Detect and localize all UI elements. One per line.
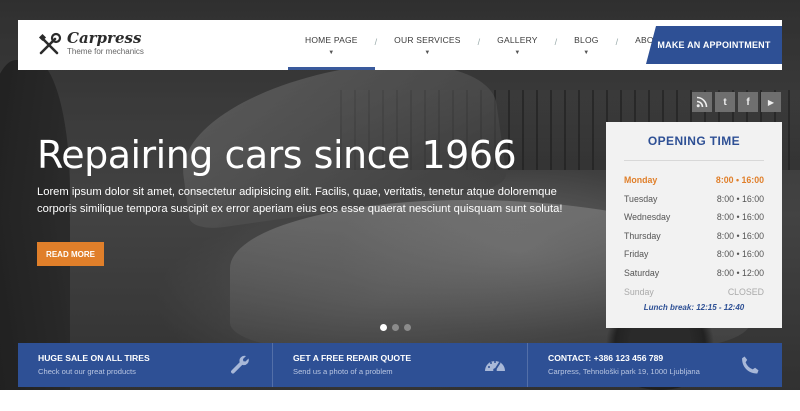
nav-gallery[interactable]: GALLERY ▼ xyxy=(480,20,554,70)
day-label: Tuesday xyxy=(624,193,658,204)
twitter-icon[interactable]: t xyxy=(715,92,735,112)
info-contact[interactable]: CONTACT: +386 123 456 789 Carpress, Tehn… xyxy=(527,343,782,387)
slider-dot[interactable] xyxy=(380,324,387,331)
hours-value: 8:00 • 12:00 xyxy=(716,267,764,278)
hours-row: Sunday CLOSED xyxy=(624,283,764,302)
day-label: Friday xyxy=(624,249,649,260)
day-label: Sunday xyxy=(624,286,654,297)
hours-value: 8:00 • 16:00 xyxy=(716,249,764,260)
nav-item-label: GALLERY xyxy=(497,34,538,45)
slider-dot[interactable] xyxy=(404,324,411,331)
nav-item-label: OUR SERVICES xyxy=(394,34,461,45)
brand-name: Carpress xyxy=(67,29,142,47)
caret-down-icon: ▼ xyxy=(424,49,431,56)
caret-down-icon: ▼ xyxy=(514,49,521,56)
day-label: Monday xyxy=(624,175,658,185)
rss-glyph xyxy=(696,96,708,108)
info-repair-quote[interactable]: GET A FREE REPAIR QUOTE Send us a photo … xyxy=(272,343,527,387)
make-appointment-button[interactable]: MAKE AN APPOINTMENT xyxy=(646,26,782,64)
nav-blog[interactable]: BLOG ▼ xyxy=(557,20,615,70)
nav-our-services[interactable]: OUR SERVICES ▼ xyxy=(377,20,477,70)
hours-value: CLOSED xyxy=(727,286,764,297)
hours-value: 8:00 • 16:00 xyxy=(716,230,764,241)
nav-home-page[interactable]: HOME PAGE ▼ xyxy=(288,20,375,70)
hero-title: Repairing cars since 1966 xyxy=(37,133,517,177)
phone-icon xyxy=(742,356,759,374)
hours-row: Tuesday 8:00 • 16:00 xyxy=(624,190,764,209)
opening-time-card: OPENING TIME Monday 8:00 • 16:00 Tuesday… xyxy=(606,122,782,328)
speedometer-icon xyxy=(485,361,505,372)
brand-tagline: Theme for mechanics xyxy=(67,47,144,56)
caret-down-icon: ▼ xyxy=(328,49,335,56)
caret-down-icon: ▼ xyxy=(583,49,590,56)
wrench-icon xyxy=(231,355,249,374)
social-links: t f ▶ xyxy=(692,92,781,112)
nav-item-label: BLOG xyxy=(574,34,599,45)
opening-time-title: OPENING TIME xyxy=(624,134,764,161)
info-bar: HUGE SALE ON ALL TIRES Check out our gre… xyxy=(18,343,782,387)
nav-item-label: HOME PAGE xyxy=(305,34,358,45)
hours-value: 8:00 • 16:00 xyxy=(716,193,764,204)
wrench-screwdriver-icon xyxy=(38,32,62,55)
opening-hours-list: Monday 8:00 • 16:00 Tuesday 8:00 • 16:00… xyxy=(624,171,764,301)
slider-pagination xyxy=(380,324,411,331)
facebook-icon[interactable]: f xyxy=(738,92,758,112)
main-nav: HOME PAGE ▼ / OUR SERVICES ▼ / GALLERY ▼… xyxy=(288,20,697,70)
logo[interactable]: Carpress Theme for mechanics xyxy=(36,30,144,58)
hours-value: 8:00 • 16:00 xyxy=(716,212,764,223)
lunch-break-note: Lunch break: 12:15 - 12:40 xyxy=(643,303,745,313)
day-label: Saturday xyxy=(624,267,660,278)
hours-row: Saturday 8:00 • 12:00 xyxy=(624,264,764,283)
slider-dot[interactable] xyxy=(392,324,399,331)
hero-description: Lorem ipsum dolor sit amet, consectetur … xyxy=(37,186,563,215)
youtube-icon[interactable]: ▶ xyxy=(761,92,781,112)
hours-row: Thursday 8:00 • 16:00 xyxy=(624,227,764,246)
hours-row: Friday 8:00 • 16:00 xyxy=(624,245,764,264)
info-tires-sale[interactable]: HUGE SALE ON ALL TIRES Check out our gre… xyxy=(18,343,272,387)
site-header: Carpress Theme for mechanics HOME PAGE ▼… xyxy=(18,20,782,70)
rss-icon[interactable] xyxy=(692,92,712,112)
day-label: Thursday xyxy=(624,230,661,241)
day-label: Wednesday xyxy=(624,212,671,223)
hours-row: Monday 8:00 • 16:00 xyxy=(624,171,764,190)
hours-value: 8:00 • 16:00 xyxy=(715,175,764,185)
hours-row: Wednesday 8:00 • 16:00 xyxy=(624,208,764,227)
read-more-button[interactable]: READ MORE xyxy=(37,242,104,266)
